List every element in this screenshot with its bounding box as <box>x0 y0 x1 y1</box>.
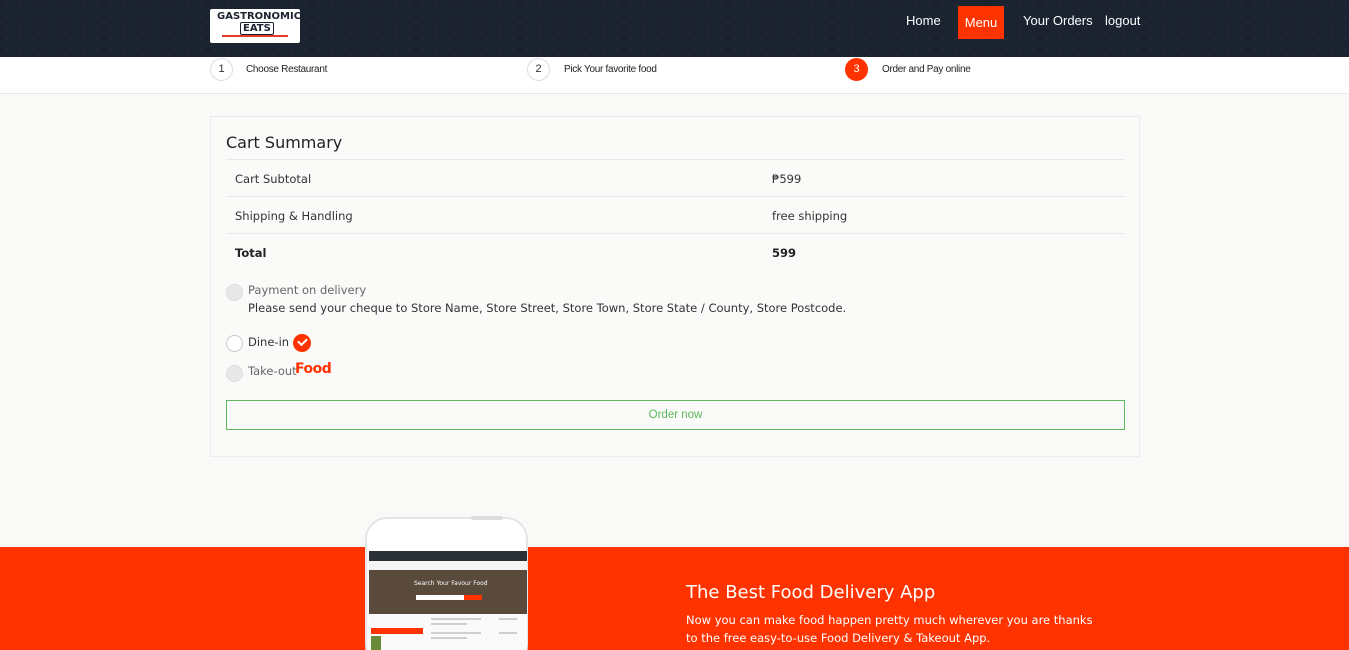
cart-row-shipping: Shipping & Handling free shipping <box>226 196 1125 233</box>
screen-food-thumb <box>371 636 381 650</box>
promo-text: Now you can make food happen pretty much… <box>686 613 1093 645</box>
nav-logout-link[interactable]: logout <box>1105 13 1140 28</box>
phone-screen: Search Your Favour Food <box>369 551 527 650</box>
food-icon: Food <box>295 361 332 377</box>
screen-navbar <box>369 551 527 561</box>
dine-in-label: Dine-in <box>248 335 290 349</box>
step-3-number: 3 <box>845 58 868 81</box>
total-value: 599 <box>772 246 797 260</box>
step-2-label: Pick Your favorite food <box>564 64 657 75</box>
take-out-radio[interactable] <box>226 365 243 382</box>
screen-steps-bar <box>369 561 527 570</box>
cart-summary-panel: Cart Summary Cart Subtotal ₱599 Shipping… <box>210 116 1140 457</box>
nav-your-orders-link[interactable]: Your Orders <box>1023 13 1093 28</box>
screen-line <box>431 618 481 620</box>
screen-list <box>369 614 527 650</box>
take-out-label: Take-out <box>248 364 297 378</box>
screen-line <box>499 618 517 620</box>
total-label: Total <box>235 246 267 260</box>
order-now-button[interactable]: Order now <box>226 400 1125 430</box>
screen-hero: Search Your Favour Food <box>369 570 527 614</box>
top-navbar: GASTRONOMIC EATS Home Menu Your Orders l… <box>0 0 1349 57</box>
step-2-number: 2 <box>527 58 550 81</box>
subtotal-label: Cart Subtotal <box>235 172 312 186</box>
cart-row-subtotal: Cart Subtotal ₱599 <box>226 159 1125 196</box>
payment-on-delivery-radio[interactable] <box>226 284 243 301</box>
screen-hero-title: Search Your Favour Food <box>414 580 488 587</box>
payment-on-delivery-label: Payment on delivery <box>248 283 367 297</box>
site-logo[interactable]: GASTRONOMIC EATS <box>210 9 300 43</box>
screen-line <box>499 632 517 634</box>
logo-text-top: GASTRONOMIC <box>217 11 300 22</box>
screen-search-input <box>416 595 464 600</box>
app-promo-banner: The Best Food Delivery App Now you can m… <box>0 547 1349 650</box>
screen-category-bar <box>371 628 423 634</box>
shipping-label: Shipping & Handling <box>235 209 353 223</box>
phone-mockup-image: Search Your Favour Food <box>365 516 528 650</box>
order-steps: 1 Choose Restaurant 2 Pick Your favorite… <box>0 57 1349 94</box>
dine-in-radio[interactable] <box>226 335 243 352</box>
step-1-number: 1 <box>210 58 233 81</box>
logo-text-bottom: EATS <box>240 22 274 35</box>
subtotal-value: ₱599 <box>772 172 802 186</box>
cart-summary-title: Cart Summary <box>226 133 343 152</box>
step-1-label: Choose Restaurant <box>246 64 328 75</box>
screen-line <box>431 623 467 625</box>
step-3-label: Order and Pay online <box>882 64 971 75</box>
logo-stripe <box>222 35 288 37</box>
screen-search-button <box>464 595 482 600</box>
cart-row-total: Total 599 <box>226 233 1125 270</box>
check-icon <box>293 334 311 352</box>
phone-camera <box>471 516 503 520</box>
payment-note: Please send your cheque to Store Name, S… <box>248 301 847 315</box>
screen-line <box>431 637 467 639</box>
screen-line <box>431 632 481 634</box>
shipping-value: free shipping <box>772 209 848 223</box>
promo-title: The Best Food Delivery App <box>686 582 936 603</box>
nav-menu-link[interactable]: Menu <box>958 6 1004 39</box>
nav-home-link[interactable]: Home <box>906 13 941 28</box>
